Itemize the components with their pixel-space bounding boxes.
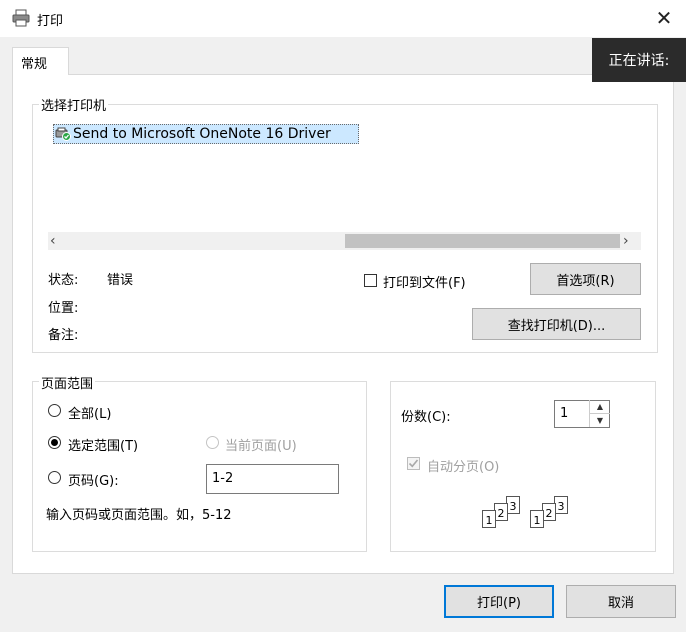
scroll-right-icon[interactable]: › [623,232,641,250]
spin-up-icon[interactable]: ▲ [590,400,610,413]
page-range-legend: 页面范围 [39,373,96,392]
range-all-radio[interactable] [48,404,61,417]
spin-down-icon[interactable]: ▼ [590,413,610,427]
range-pages-label[interactable]: 页码(G): [68,470,119,489]
copies-label: 份数(C): [401,410,451,425]
find-printer-button[interactable]: 查找打印机(D)... [472,308,641,340]
page-icon: 3 [554,496,568,514]
range-selection-radio[interactable] [48,436,61,449]
select-printer-legend: 选择打印机 [39,95,109,114]
print-button[interactable]: 打印(P) [444,585,554,618]
print-to-file-label[interactable]: 打印到文件(F) [383,272,466,291]
page-icon: 2 [494,503,508,521]
range-all-label[interactable]: 全部(L) [68,403,111,422]
range-current-page-label: 当前页面(U) [225,439,297,454]
location-label: 位置: [48,301,79,316]
collate-label: 自动分页(O) [427,460,500,475]
range-pages-radio[interactable] [48,471,61,484]
page-range-hint: 输入页码或页面范围。如，5-12 [46,508,232,523]
page-range-input[interactable]: 1-2 [206,464,339,494]
status-label: 状态: [48,273,79,288]
scrollbar-thumb[interactable] [345,234,620,248]
status-value: 错误 [107,273,134,288]
close-button[interactable]: ✕ [648,4,680,32]
close-icon: ✕ [655,6,673,30]
copies-spinner[interactable]: ▲ ▼ [589,400,610,427]
window-title: 打印 [37,14,64,29]
range-selection-label[interactable]: 选定范围(T) [68,435,138,454]
printer-ready-icon [55,127,71,141]
printer-icon [12,9,30,27]
tab-general[interactable]: 常规 [12,47,69,75]
collate-illustration: 3 2 1 3 2 1 [478,494,574,532]
printer-name: Send to Microsoft OneNote 16 Driver [73,126,331,142]
page-icon: 1 [530,510,544,528]
print-to-file-checkbox[interactable] [364,274,377,287]
page-icon: 2 [542,503,556,521]
collate-checkbox [407,457,420,470]
comment-label: 备注: [48,328,79,343]
page-icon: 1 [482,510,496,528]
page-icon: 3 [506,496,520,514]
range-current-page-radio [206,436,219,449]
title-bar [0,0,686,37]
speaking-indicator: 正在讲话: [592,38,686,82]
preferences-button[interactable]: 首选项(R) [530,263,641,295]
printer-list-item[interactable]: Send to Microsoft OneNote 16 Driver [53,124,359,144]
cancel-button[interactable]: 取消 [566,585,676,618]
scroll-left-icon[interactable]: ‹ [50,232,68,250]
